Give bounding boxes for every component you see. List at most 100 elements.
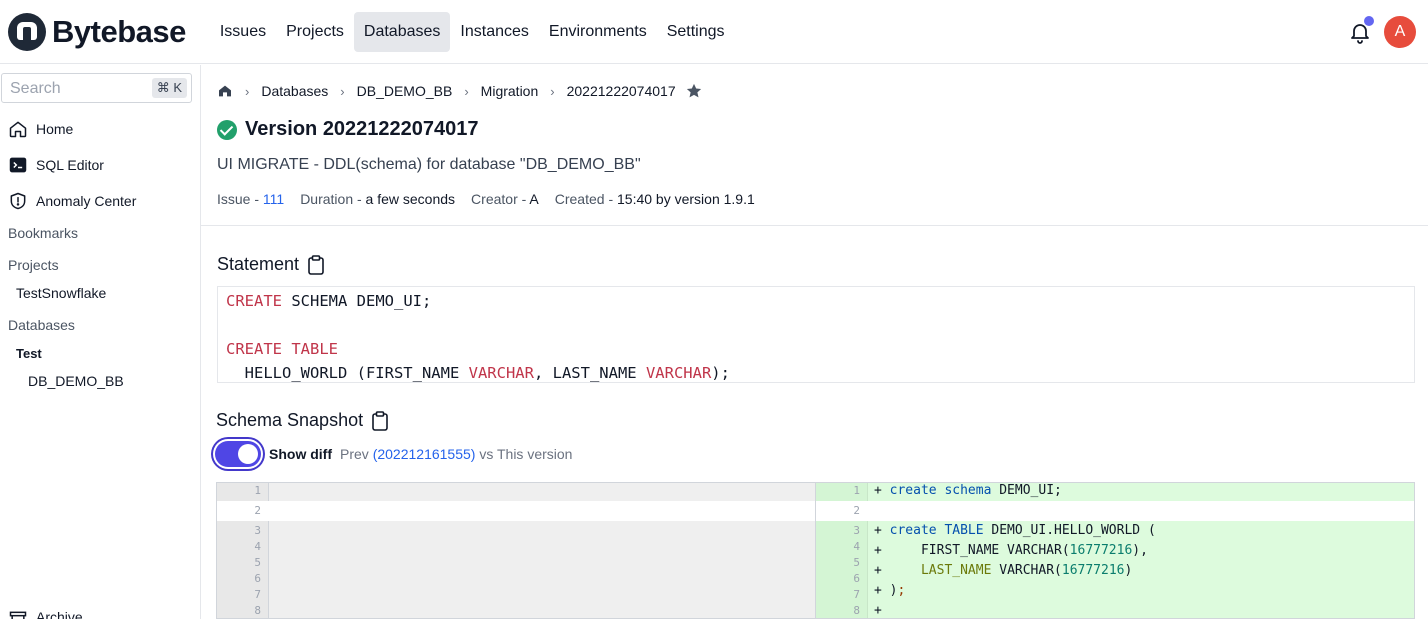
main-nav: Issues Projects Databases Instances Envi… bbox=[210, 11, 735, 52]
show-diff-label: Show diff bbox=[269, 446, 332, 462]
diff-added-line: + create TABLE DEMO_UI.HELLO_WORLD ( bbox=[874, 523, 1156, 538]
diff-added-line: + create schema DEMO_UI; bbox=[874, 483, 1062, 498]
home-icon[interactable] bbox=[217, 83, 233, 99]
diff-unchanged-row bbox=[816, 501, 1414, 521]
code-line: CREATE SCHEMA DEMO_UI; bbox=[226, 289, 1406, 313]
line-number: 1 bbox=[853, 484, 860, 497]
bytebase-logo[interactable]: Bytebase bbox=[8, 12, 186, 51]
top-nav-bar: Bytebase Issues Projects Databases Insta… bbox=[0, 0, 1428, 64]
meta-issue-key: Issue - bbox=[217, 191, 263, 207]
line-number: 4 bbox=[254, 540, 261, 553]
archive-icon bbox=[9, 611, 27, 619]
line-number: 5 bbox=[254, 556, 261, 569]
page-title: Version 20221222074017 bbox=[245, 118, 479, 140]
show-diff-toggle[interactable] bbox=[215, 441, 261, 467]
meta-created-value: 15:40 by version 1.9.1 bbox=[617, 191, 755, 207]
meta-creator-key: Creator - bbox=[471, 191, 530, 207]
meta-created: Created - 15:40 by version 1.9.1 bbox=[555, 191, 755, 207]
chevron-right-icon: › bbox=[464, 83, 469, 99]
schema-diff-viewer[interactable]: 1 2 3 4 5 6 7 8 1 2 3 4 5 6 7 8 + create… bbox=[216, 482, 1415, 619]
nav-settings[interactable]: Settings bbox=[657, 12, 735, 52]
vs-text: vs This version bbox=[475, 446, 573, 462]
prev-prefix: Prev bbox=[340, 446, 373, 462]
diff-added-line: + bbox=[874, 603, 882, 618]
page-subtitle: UI MIGRATE - DDL(schema) for database "D… bbox=[217, 156, 641, 173]
diff-left-pane: 1 2 3 4 5 6 7 8 bbox=[217, 483, 816, 618]
show-diff-row: Show diff Prev (202212161555) vs This ve… bbox=[215, 441, 572, 467]
sidebar-projects-heading: Projects bbox=[8, 257, 59, 273]
statement-title: Statement bbox=[217, 254, 300, 274]
search-placeholder: Search bbox=[10, 80, 61, 97]
line-number: 2 bbox=[254, 504, 261, 517]
breadcrumb-version: 20221222074017 bbox=[566, 83, 676, 99]
breadcrumb-database[interactable]: DB_DEMO_BB bbox=[357, 83, 453, 99]
statement-code-block[interactable]: CREATE SCHEMA DEMO_UI; CREATE TABLE HELL… bbox=[217, 286, 1415, 383]
meta-duration-key: Duration - bbox=[300, 191, 366, 207]
issue-link[interactable]: 111 bbox=[263, 191, 284, 207]
line-number: 7 bbox=[254, 588, 261, 601]
diff-added-line: + LAST_NAME VARCHAR(16777216) bbox=[874, 563, 1133, 578]
main-content: › Databases › DB_DEMO_BB › Migration › 2… bbox=[201, 65, 1428, 619]
success-check-icon bbox=[217, 119, 237, 140]
breadcrumb-databases[interactable]: Databases bbox=[261, 83, 328, 99]
meta-creator-value: A bbox=[529, 191, 539, 207]
sidebar-databases-heading: Databases bbox=[8, 317, 75, 333]
sidebar-database-item[interactable]: DB_DEMO_BB bbox=[28, 373, 124, 389]
sidebar-bookmarks-heading[interactable]: Bookmarks bbox=[8, 225, 78, 241]
line-number: 3 bbox=[254, 524, 261, 537]
nav-issues[interactable]: Issues bbox=[210, 12, 276, 52]
diff-compare-text: Prev (202212161555) vs This version bbox=[340, 446, 572, 462]
nav-databases[interactable]: Databases bbox=[353, 11, 451, 52]
diff-unchanged-row bbox=[217, 501, 815, 521]
sidebar-item-label: SQL Editor bbox=[36, 157, 104, 173]
schema-snapshot-title: Schema Snapshot bbox=[216, 410, 364, 430]
code-line: CREATE TABLE bbox=[226, 337, 1406, 361]
line-number: 2 bbox=[853, 504, 860, 517]
home-icon bbox=[9, 121, 27, 138]
sidebar-item-anomaly-center[interactable]: Anomaly Center bbox=[8, 191, 136, 211]
clipboard-icon[interactable] bbox=[307, 254, 325, 275]
prev-version-link[interactable]: (202212161555) bbox=[373, 446, 476, 462]
search-shortcut-badge: ⌘ K bbox=[151, 78, 187, 98]
user-avatar[interactable]: A bbox=[1384, 16, 1416, 48]
search-input[interactable]: Search ⌘ K bbox=[1, 73, 192, 103]
sidebar: Search ⌘ K Home SQL Editor Anomaly Cente… bbox=[0, 65, 201, 619]
nav-instances[interactable]: Instances bbox=[450, 12, 538, 52]
bytebase-logo-icon bbox=[8, 12, 46, 51]
sidebar-env-group: Test bbox=[16, 346, 42, 361]
line-number: 5 bbox=[853, 556, 860, 569]
diff-added-line: + ); bbox=[874, 583, 906, 598]
schema-snapshot-heading: Schema Snapshot bbox=[216, 410, 389, 431]
shield-icon bbox=[10, 192, 26, 210]
chevron-right-icon: › bbox=[245, 83, 250, 99]
sidebar-project-item[interactable]: TestSnowflake bbox=[16, 285, 106, 301]
line-number: 7 bbox=[853, 588, 860, 601]
diff-right-pane: 1 2 3 4 5 6 7 8 + create schema DEMO_UI;… bbox=[816, 483, 1414, 618]
sidebar-item-sql-editor[interactable]: SQL Editor bbox=[8, 155, 104, 175]
nav-environments[interactable]: Environments bbox=[539, 12, 657, 52]
meta-created-key: Created - bbox=[554, 191, 617, 207]
header-divider bbox=[201, 225, 1428, 226]
breadcrumb-migration[interactable]: Migration bbox=[481, 83, 539, 99]
sidebar-item-archive[interactable]: Archive bbox=[8, 609, 83, 619]
app-name: Bytebase bbox=[52, 13, 186, 49]
toggle-knob bbox=[238, 444, 258, 464]
code-line: HELLO_WORLD (FIRST_NAME VARCHAR, LAST_NA… bbox=[226, 364, 730, 382]
star-icon[interactable] bbox=[685, 82, 703, 100]
sidebar-item-label: Home bbox=[36, 121, 74, 137]
line-number: 6 bbox=[853, 572, 860, 585]
sidebar-item-label: Archive bbox=[36, 609, 83, 619]
line-number: 3 bbox=[853, 524, 860, 537]
meta-issue: Issue - 111 bbox=[217, 191, 284, 207]
chevron-right-icon: › bbox=[550, 83, 555, 99]
notification-dot bbox=[1364, 16, 1374, 26]
sql-keyword: CREATE bbox=[226, 292, 282, 310]
sidebar-item-label: Anomaly Center bbox=[36, 193, 137, 209]
line-number: 6 bbox=[254, 572, 261, 585]
meta-duration: Duration - a few seconds bbox=[300, 191, 455, 207]
nav-projects[interactable]: Projects bbox=[276, 12, 354, 52]
migration-meta: Issue - 111 Duration - a few seconds Cre… bbox=[217, 191, 771, 207]
clipboard-icon[interactable] bbox=[371, 410, 389, 431]
sidebar-item-home[interactable]: Home bbox=[8, 119, 73, 139]
